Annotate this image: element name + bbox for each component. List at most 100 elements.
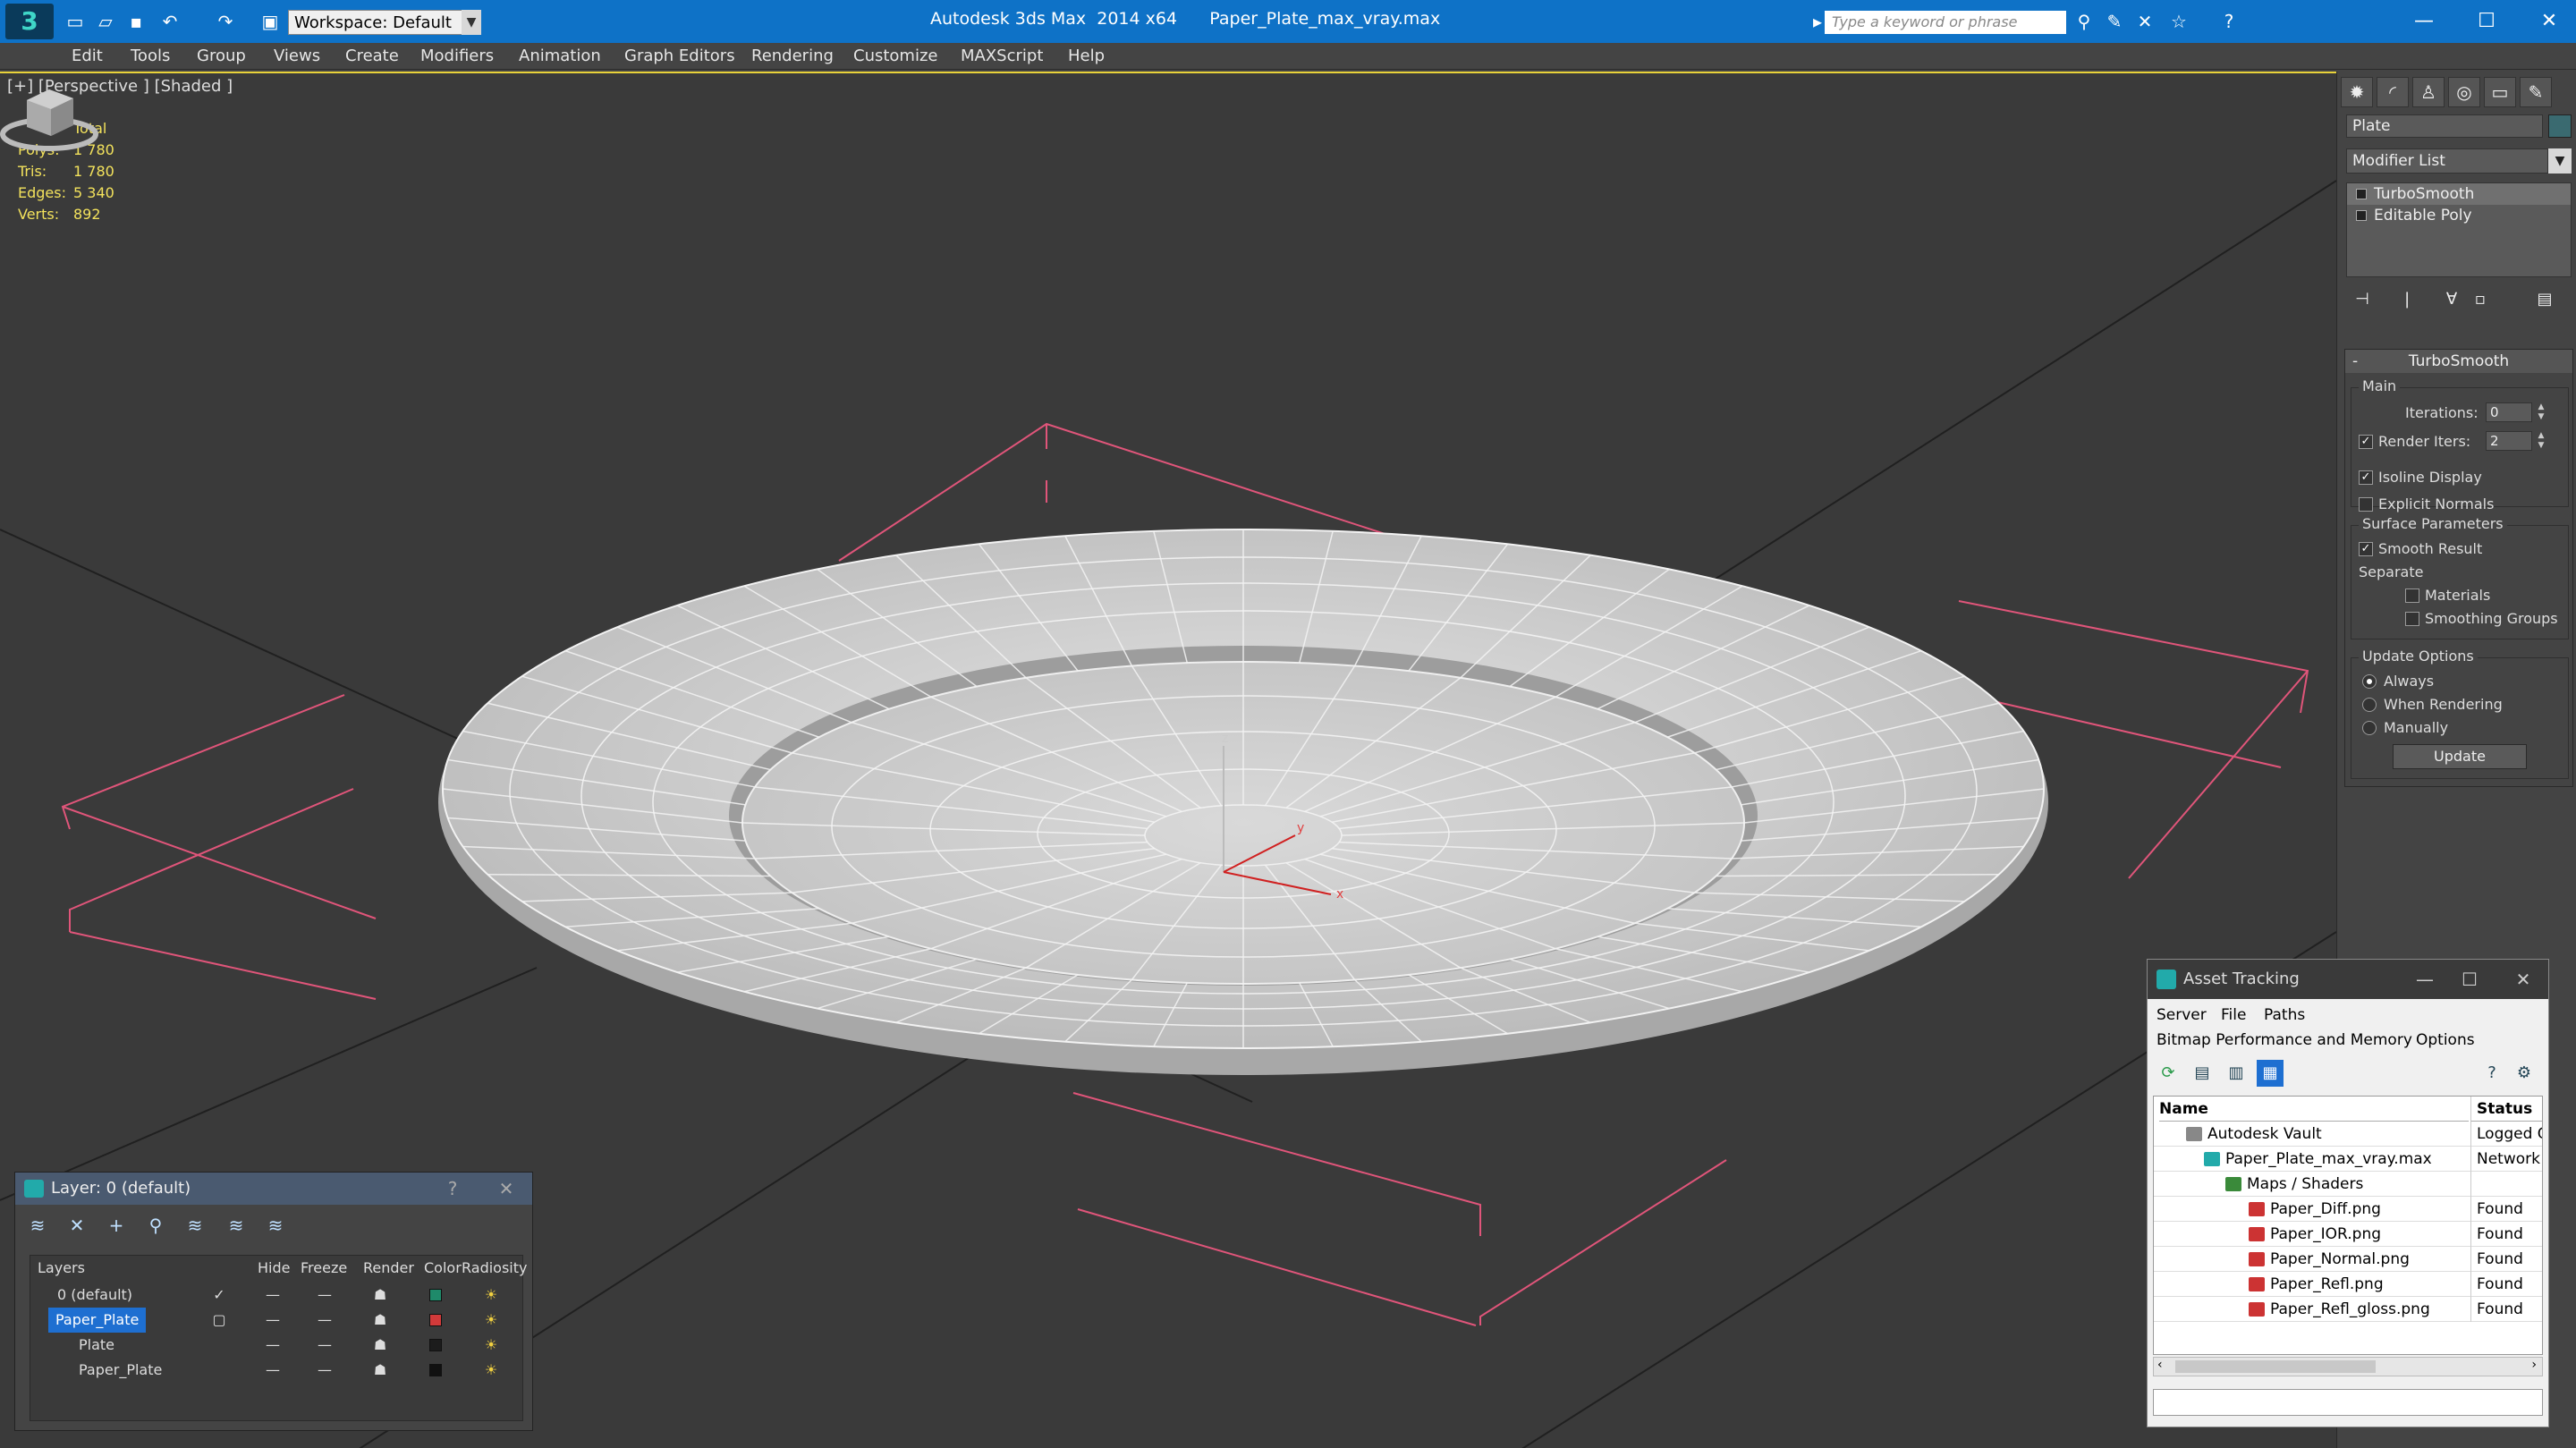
freeze-toggle[interactable]: — [311,1358,338,1383]
utilities-tab-icon[interactable]: ✎ [2520,77,2552,107]
menu-customize[interactable]: Customize [853,47,937,65]
viewcube-icon[interactable] [0,73,98,154]
menu-graph-editors[interactable]: Graph Editors [624,47,735,65]
menu-bitmap-performance[interactable]: Bitmap Performance and Memory [2157,1031,2412,1049]
save-icon[interactable]: ▪ [125,11,147,32]
close-icon[interactable]: ✕ [2531,5,2567,38]
create-tab-icon[interactable]: ✹ [2341,77,2373,107]
search-input[interactable]: Type a keyword or phrase [1825,11,2066,34]
menu-server[interactable]: Server [2157,1006,2207,1024]
render-iters-checkbox[interactable]: ✓ [2359,435,2373,449]
freeze-toggle[interactable]: — [311,1283,338,1308]
freeze-all-layers-icon[interactable]: ≋ [262,1212,289,1239]
scroll-left-icon[interactable]: ‹ [2157,1358,2163,1372]
workspace-dropdown[interactable]: Workspace: Default [288,10,479,35]
pin-stack-icon[interactable]: ⊣ [2350,288,2375,311]
stack-item-turbosmooth[interactable]: TurboSmooth [2347,183,2571,205]
iterations-input[interactable]: 0 [2486,402,2532,422]
object-color-swatch[interactable] [2548,114,2572,138]
display-tab-icon[interactable]: ▭ [2484,77,2516,107]
explicit-normals-checkbox[interactable] [2359,497,2373,512]
scroll-right-icon[interactable]: › [2531,1358,2537,1372]
help-icon[interactable]: ? [2218,11,2240,32]
layer-color-swatch[interactable] [429,1339,442,1351]
horizontal-scrollbar[interactable]: ‹ › [2153,1357,2543,1376]
iterations-spinner[interactable]: ▲ ▼ [2534,402,2548,422]
column-status[interactable]: Status [2470,1097,2542,1122]
asset-row-refl-gloss[interactable]: Paper_Refl_gloss.png Found [2154,1297,2542,1322]
layer-color-swatch[interactable] [429,1314,442,1326]
hide-toggle[interactable]: — [259,1308,286,1333]
materials-checkbox[interactable] [2405,589,2419,603]
hierarchy-tab-icon[interactable]: ♙ [2412,77,2445,107]
lightbulb-icon[interactable] [2356,189,2367,199]
new-file-icon[interactable]: ▭ [64,11,86,32]
render-teapot-icon[interactable]: ☗ [367,1283,394,1308]
object-name-field[interactable]: Plate [2346,114,2543,138]
hide-toggle[interactable]: — [259,1333,286,1358]
motion-tab-icon[interactable]: ◎ [2448,77,2480,107]
render-iters-spinner[interactable]: ▲ ▼ [2534,431,2548,451]
menu-options[interactable]: Options [2416,1031,2475,1049]
undo-icon[interactable]: ↶ [159,11,181,32]
menu-rendering[interactable]: Rendering [751,47,834,65]
asset-row-maps[interactable]: Maps / Shaders [2154,1172,2542,1197]
asset-row-ior[interactable]: Paper_IOR.png Found [2154,1222,2542,1247]
menu-animation[interactable]: Animation [519,47,601,65]
make-unique-icon[interactable]: ∀ [2439,288,2464,311]
create-layer-icon[interactable]: ≋ [24,1212,51,1239]
column-radiosity[interactable]: Radiosity [462,1256,527,1281]
radiosity-icon[interactable]: ☀ [478,1308,504,1333]
scrollbar-thumb[interactable] [2175,1360,2376,1373]
asset-row-max-file[interactable]: Paper_Plate_max_vray.max Network [2154,1147,2542,1172]
add-to-layer-icon[interactable]: + [103,1212,130,1239]
close-icon[interactable]: ✕ [493,1173,520,1205]
maximize-icon[interactable]: ☐ [2469,5,2504,38]
table-view-icon[interactable]: ▦ [2257,1060,2284,1087]
modifier-list-dropdown[interactable]: Modifier List [2346,148,2548,174]
smooth-result-checkbox[interactable]: ✓ [2359,542,2373,556]
render-teapot-icon[interactable]: ☗ [367,1308,394,1333]
manually-radio[interactable] [2362,721,2377,735]
menu-views[interactable]: Views [274,47,320,65]
redo-icon[interactable]: ↷ [215,11,236,32]
render-teapot-icon[interactable]: ☗ [367,1333,394,1358]
when-rendering-radio[interactable] [2362,698,2377,712]
menu-edit[interactable]: Edit [72,47,103,65]
menu-group[interactable]: Group [197,47,246,65]
layer-row-paper-plate-object[interactable]: Paper_Plate — — ☗ ☀ [30,1358,524,1383]
asset-row-normal[interactable]: Paper_Normal.png Found [2154,1247,2542,1272]
menu-maxscript[interactable]: MAXScript [961,47,1043,65]
minimize-icon[interactable]: — [2406,5,2442,38]
open-file-icon[interactable]: ▱ [95,11,116,32]
modify-tab-icon[interactable]: ◜ [2377,77,2409,107]
menu-file[interactable]: File [2221,1006,2246,1024]
menu-create[interactable]: Create [345,47,399,65]
column-layers[interactable]: Layers [38,1256,85,1281]
delete-layer-icon[interactable]: ✕ [64,1212,90,1239]
radiosity-icon[interactable]: ☀ [478,1333,504,1358]
column-color[interactable]: Color [424,1256,462,1281]
radiosity-icon[interactable]: ☀ [478,1283,504,1308]
subscription-icon[interactable]: ✎ [2104,11,2125,32]
chevron-down-icon[interactable]: ▼ [2548,148,2572,174]
smoothing-groups-checkbox[interactable] [2405,612,2419,626]
hide-toggle[interactable]: — [259,1283,286,1308]
hide-toggle[interactable]: — [259,1358,286,1383]
refresh-icon[interactable]: ⟳ [2155,1060,2182,1087]
menu-paths[interactable]: Paths [2264,1006,2305,1024]
binoculars-icon[interactable]: ⚲ [2073,11,2095,32]
list-view-icon[interactable]: ▤ [2189,1060,2216,1087]
column-render[interactable]: Render [363,1256,414,1281]
freeze-toggle[interactable]: — [311,1333,338,1358]
select-in-layer-icon[interactable]: ⚲ [142,1212,169,1239]
highlight-layer-icon[interactable]: ≋ [182,1212,208,1239]
asset-row-vault[interactable]: Autodesk Vault Logged O [2154,1122,2542,1147]
project-folder-icon[interactable]: ▣ [259,11,281,32]
minimize-icon[interactable]: — [2407,960,2443,999]
app-logo-icon[interactable]: 3 [5,4,54,39]
chevron-down-icon[interactable]: ▼ [462,10,481,35]
render-teapot-icon[interactable]: ☗ [367,1358,394,1383]
column-hide[interactable]: Hide [258,1256,290,1281]
detail-view-icon[interactable]: ▥ [2223,1060,2250,1087]
